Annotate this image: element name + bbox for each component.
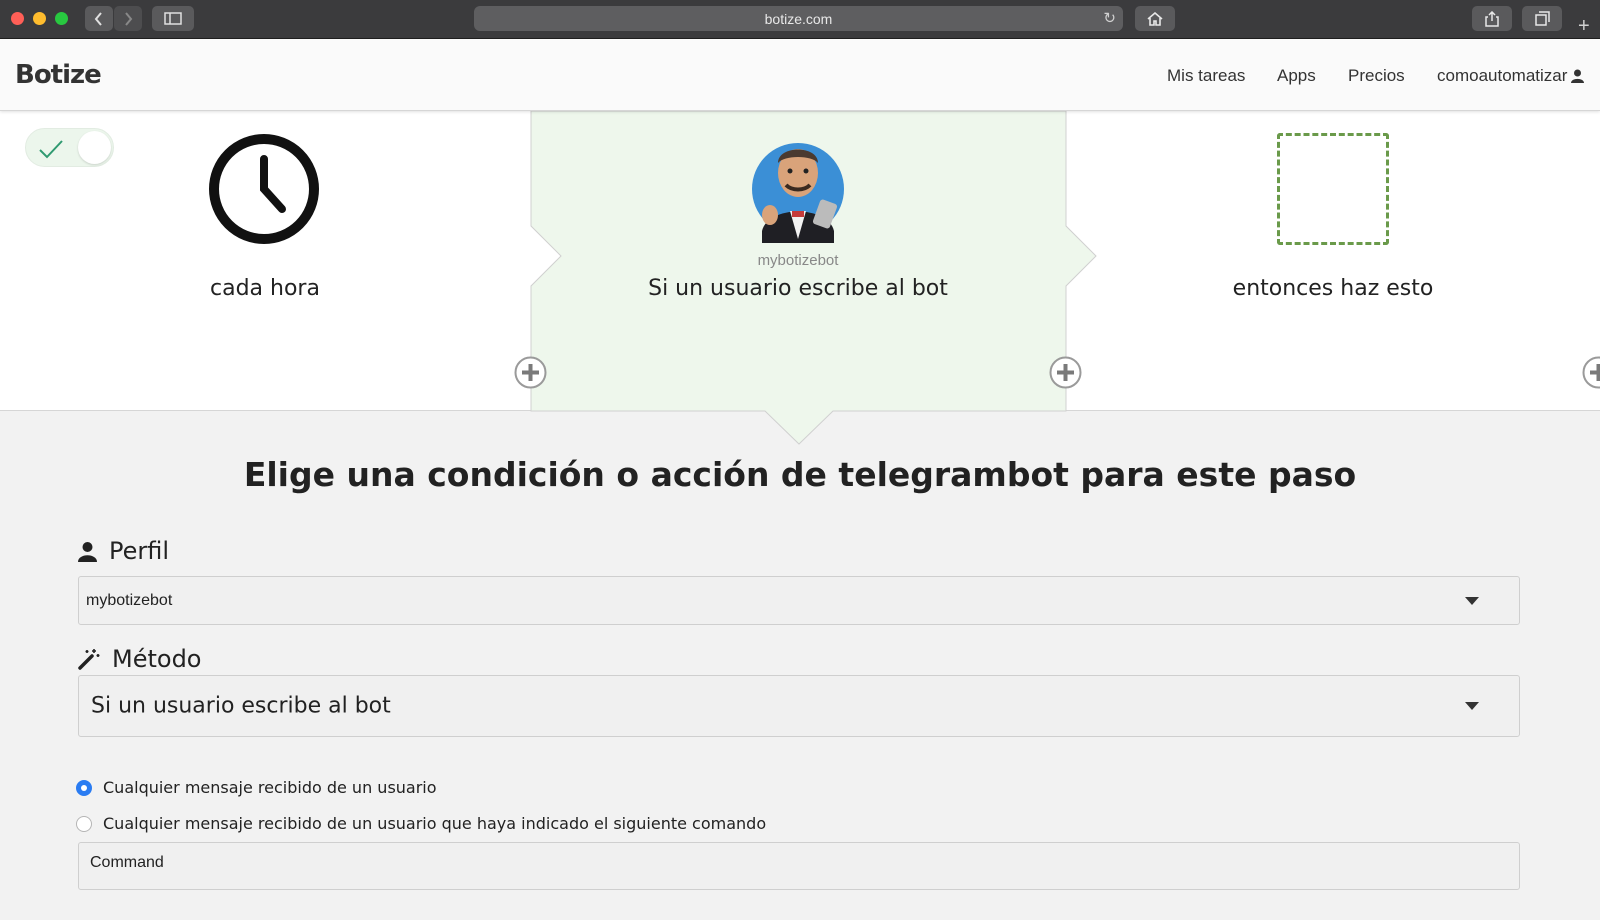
clock-icon — [209, 134, 319, 244]
home-button[interactable] — [1135, 6, 1175, 31]
profile-select-value: mybotizebot — [86, 591, 173, 609]
back-button[interactable] — [85, 6, 113, 31]
sidebar-icon — [164, 12, 182, 25]
share-icon — [1485, 10, 1499, 27]
option-message-with-command[interactable]: Cualquier mensaje recibido de un usuario… — [76, 814, 766, 833]
check-icon — [39, 140, 63, 159]
minimize-window-button[interactable] — [33, 12, 46, 25]
tabs-overview-button[interactable] — [1522, 6, 1562, 31]
site-logo[interactable]: Botize — [15, 60, 102, 90]
step-caption: cada hora — [210, 276, 320, 301]
home-icon — [1147, 11, 1163, 26]
tabs-icon — [1534, 11, 1550, 26]
add-step-button[interactable] — [514, 356, 547, 389]
user-icon — [1571, 69, 1585, 83]
method-select[interactable]: Si un usuario escribe al bot — [78, 675, 1520, 737]
step-caption: Si un usuario escribe al bot — [648, 276, 948, 301]
option-any-message[interactable]: Cualquier mensaje recibido de un usuario — [76, 778, 437, 797]
method-label: Método — [78, 645, 201, 673]
magic-wand-icon — [78, 649, 100, 670]
forward-button[interactable] — [114, 6, 142, 31]
chevron-right-icon — [125, 11, 133, 26]
add-step-button[interactable] — [1582, 356, 1600, 389]
nav-link-mis-tareas[interactable]: Mis tareas — [1167, 66, 1245, 86]
browser-toolbar: botize.com ↻ + — [0, 0, 1600, 39]
top-navbar: Botize Mis tareas Apps Precios comoautom… — [0, 39, 1600, 111]
workflow-step-trigger[interactable]: cada hora — [90, 111, 440, 411]
step-config-heading: Elige una condición o acción de telegram… — [0, 455, 1600, 494]
workflow-strip: cada hora mybotizebot Si un usuario escr… — [0, 111, 1600, 445]
step-profile-name: mybotizebot — [757, 252, 839, 269]
close-window-button[interactable] — [11, 12, 24, 25]
reload-icon[interactable]: ↻ — [1103, 9, 1116, 27]
option-label: Cualquier mensaje recibido de un usuario — [103, 778, 437, 797]
chevron-down-icon — [1465, 702, 1479, 710]
heading-text-post: de telegrambot para este paso — [769, 455, 1357, 494]
step-caption: entonces haz esto — [1232, 276, 1434, 301]
add-step-button[interactable] — [1049, 356, 1082, 389]
zoom-window-button[interactable] — [55, 12, 68, 25]
radio-unselected[interactable] — [76, 815, 92, 832]
option-label: Cualquier mensaje recibido de un usuario… — [103, 814, 767, 833]
bot-avatar — [752, 143, 844, 243]
heading-text-pre: Elige una — [243, 455, 428, 494]
heading-text-bold: condición o acción — [427, 455, 770, 494]
command-input[interactable]: Command — [78, 842, 1520, 890]
nav-link-apps[interactable]: Apps — [1277, 66, 1316, 86]
profile-label: Perfil — [78, 537, 169, 565]
user-icon — [78, 541, 97, 562]
nav-link-precios[interactable]: Precios — [1348, 66, 1405, 86]
method-label-text: Método — [112, 645, 202, 673]
share-button[interactable] — [1472, 6, 1512, 31]
nav-link-account[interactable]: comoautomatizar — [1437, 66, 1585, 86]
workflow-step-action[interactable]: entonces haz esto — [1113, 111, 1553, 411]
account-username: comoautomatizar — [1437, 66, 1568, 85]
address-bar[interactable]: botize.com ↻ — [474, 6, 1123, 31]
profile-select[interactable]: mybotizebot — [78, 576, 1520, 625]
radio-selected[interactable] — [76, 779, 92, 796]
profile-label-text: Perfil — [109, 537, 170, 565]
method-select-value: Si un usuario escribe al bot — [91, 693, 391, 719]
chevron-down-icon — [1465, 596, 1479, 605]
url-text: botize.com — [764, 10, 833, 27]
new-tab-button[interactable]: + — [1578, 14, 1600, 39]
chevron-left-icon — [94, 11, 102, 26]
sidebar-toggle-button[interactable] — [152, 6, 194, 31]
workflow-step-condition[interactable]: mybotizebot Si un usuario escribe al bot — [548, 111, 1048, 411]
empty-step-placeholder[interactable] — [1277, 133, 1389, 245]
